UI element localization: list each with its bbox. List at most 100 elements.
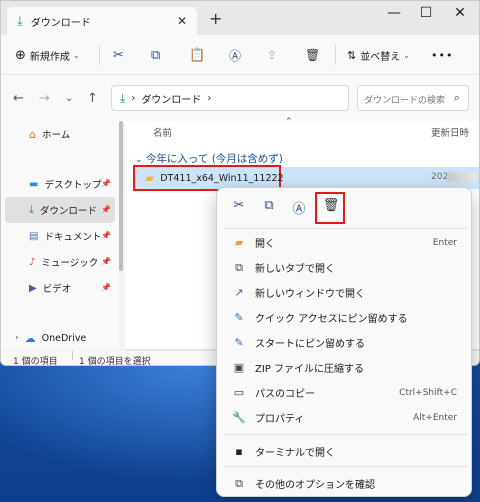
menu-item-more-options[interactable]: ⧉ その他のオプションを確認 <box>217 471 473 496</box>
menu-item-shortcut: Enter <box>432 237 457 248</box>
copy-button[interactable]: ⧉ <box>151 45 160 65</box>
trash-icon: 🗑 <box>305 48 321 62</box>
up-button[interactable]: ↑ <box>87 91 98 106</box>
delete-icon[interactable]: 🗑 <box>321 198 341 218</box>
search-placeholder: ダウンロードの検索 <box>364 96 446 106</box>
menu-item-pin-start[interactable]: ✎ スタートにピン留めする <box>217 330 473 355</box>
forward-button[interactable]: → <box>39 91 50 106</box>
tab-downloads[interactable]: ⤓ ダウンロード ✕ <box>7 7 197 35</box>
search-input[interactable]: ダウンロードの検索 ⌕ <box>357 85 469 111</box>
sidebar-item-downloads[interactable]: ⤓ ダウンロード 📌 <box>5 197 115 223</box>
paste-icon: 📋 <box>189 47 206 63</box>
search-icon: ⌕ <box>453 91 460 104</box>
zip-icon: ▣ <box>233 361 245 374</box>
status-divider: | <box>71 351 75 361</box>
context-menu: ✂ ⧉ Ⓐ 🗑 ▰ 開く Enter ⧉ 新しいタブで開く ↗ 新しいウィンドウ… <box>216 187 472 497</box>
menu-item-label: 開く <box>255 239 275 250</box>
menu-item-label: その他のオプションを確認 <box>255 480 375 491</box>
sidebar-item-onedrive[interactable]: › ☁ OneDrive <box>5 325 115 351</box>
pin-icon: 📌 <box>101 179 111 188</box>
menu-item-open-terminal[interactable]: ▪ ターミナルで開く <box>217 439 473 464</box>
copy-path-icon: ▭ <box>233 386 245 399</box>
menu-item-label: ターミナルで開く <box>255 448 335 459</box>
rename-icon[interactable]: Ⓐ <box>289 198 309 218</box>
menu-item-open-new-window[interactable]: ↗ 新しいウィンドウで開く <box>217 280 473 305</box>
menu-divider <box>223 434 467 435</box>
paste-button[interactable]: 📋 <box>189 45 205 65</box>
document-icon: ▤ <box>29 230 39 242</box>
back-button[interactable]: ← <box>13 91 24 106</box>
menu-item-open-new-tab[interactable]: ⧉ 新しいタブで開く <box>217 255 473 280</box>
menu-item-properties[interactable]: 🔧 プロパティ Alt+Enter <box>217 405 473 430</box>
video-icon: ▶ <box>29 282 37 294</box>
file-date: 202 <box>431 172 449 182</box>
sidebar-item-label: ビデオ <box>42 284 72 295</box>
delete-button[interactable]: 🗑 <box>305 45 320 65</box>
sidebar-item-videos[interactable]: ▶ ビデオ 📌 <box>5 275 115 301</box>
scissors-icon: ✂ <box>113 47 124 63</box>
new-tab-icon: ⧉ <box>235 260 243 274</box>
rename-button[interactable]: Ⓐ <box>229 45 241 65</box>
menu-item-shortcut: Alt+Enter <box>413 412 457 423</box>
rename-icon: Ⓐ <box>229 48 242 63</box>
close-button[interactable]: ✕ <box>445 5 475 21</box>
sidebar-item-home[interactable]: ⌂ ホーム <box>5 121 115 147</box>
maximize-button[interactable]: ☐ <box>411 5 441 21</box>
menu-item-compress-zip[interactable]: ▣ ZIP ファイルに圧縮する <box>217 355 473 380</box>
menu-item-open[interactable]: ▰ 開く Enter <box>217 230 473 255</box>
terminal-icon: ▪ <box>235 445 243 458</box>
new-tab-button[interactable]: + <box>209 9 222 28</box>
home-icon: ⌂ <box>29 127 36 141</box>
column-header-name[interactable]: 名前 <box>153 125 172 139</box>
address-bar-row: ← → ⌄ ↑ ⤓ › ダウンロード › ダウンロードの検索 ⌕ <box>1 75 479 121</box>
menu-item-label: 新しいタブで開く <box>255 264 335 275</box>
share-button[interactable]: ⇪ <box>267 45 277 65</box>
share-icon: ⇪ <box>267 48 278 62</box>
command-bar: ⊕ 新規作成 ⌄ ✂ ⧉ 📋 Ⓐ ⇪ 🗑 ⇅ 並べ替え ⌄ ••• <box>1 35 479 75</box>
tab-close-icon[interactable]: ✕ <box>177 14 187 28</box>
more-icon: ••• <box>431 48 454 62</box>
menu-item-label: プロパティ <box>255 414 305 425</box>
menu-item-pin-quick-access[interactable]: ✎ クイック アクセスにピン留めする <box>217 305 473 330</box>
menu-item-label: クイック アクセスにピン留めする <box>255 314 408 325</box>
toolbar-divider <box>99 45 100 65</box>
column-header-date[interactable]: 更新日時 <box>431 125 469 139</box>
menu-divider <box>223 466 467 467</box>
address-field[interactable]: ⤓ › ダウンロード › <box>111 85 349 111</box>
sidebar-item-music[interactable]: ♪ ミュージック 📌 <box>5 249 115 275</box>
sidebar-item-label: ホーム <box>41 130 71 141</box>
recent-locations-button[interactable]: ⌄ <box>65 93 73 104</box>
sidebar-item-label: ダウンロード <box>39 206 97 217</box>
pin-icon: 📌 <box>101 283 111 292</box>
download-icon: ⤓ <box>29 203 34 216</box>
status-selected-count: 1 個の項目を選択 <box>79 357 151 366</box>
copy-icon: ⧉ <box>151 47 161 63</box>
new-button[interactable]: ⊕ 新規作成 ⌄ <box>15 45 80 65</box>
minimize-button[interactable]: — <box>379 5 409 21</box>
cut-icon[interactable]: ✂ <box>229 198 249 218</box>
sidebar-scrollbar[interactable] <box>119 121 123 271</box>
breadcrumb-separator: › <box>131 92 136 104</box>
title-bar: ⤓ ダウンロード ✕ + — ☐ ✕ <box>1 1 479 35</box>
sidebar-item-label: OneDrive <box>41 332 87 344</box>
menu-item-shortcut: Ctrl+Shift+C <box>399 387 457 398</box>
cut-button[interactable]: ✂ <box>113 45 124 65</box>
sidebar-item-desktop[interactable]: ▬ デスクトップ 📌 <box>5 171 115 197</box>
sidebar-item-documents[interactable]: ▤ ドキュメント 📌 <box>5 223 115 249</box>
more-button[interactable]: ••• <box>431 45 453 65</box>
menu-item-label: スタートにピン留めする <box>255 339 365 350</box>
sort-button[interactable]: ⇅ 並べ替え ⌄ <box>347 45 410 65</box>
copy-icon[interactable]: ⧉ <box>259 198 279 218</box>
menu-item-label: 新しいウィンドウで開く <box>255 289 365 300</box>
chevron-down-icon: ⌄ <box>403 50 410 60</box>
sort-icon: ⇅ <box>347 48 357 62</box>
sidebar-item-label: デスクトップ <box>44 180 102 191</box>
new-label: 新規作成 <box>29 51 70 63</box>
breadcrumb-downloads[interactable]: ダウンロード <box>141 91 201 106</box>
menu-item-copy-path[interactable]: ▭ パスのコピー Ctrl+Shift+C <box>217 380 473 405</box>
menu-item-label: パスのコピー <box>255 389 315 400</box>
group-header[interactable]: ⌄ 今年に入って (今月は含めず) <box>135 151 283 166</box>
plus-circle-icon: ⊕ <box>15 47 26 63</box>
blurred-date <box>447 172 477 182</box>
menu-item-label: ZIP ファイルに圧縮する <box>255 364 365 375</box>
